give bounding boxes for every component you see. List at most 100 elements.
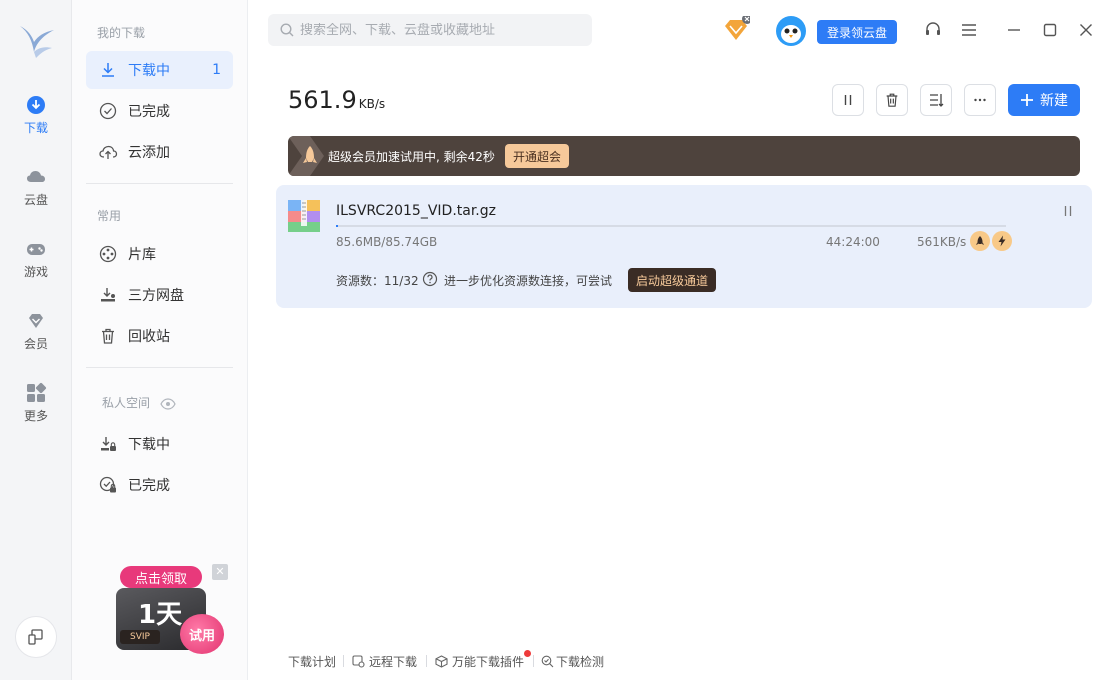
download-check-link[interactable]: 下载检测: [541, 653, 604, 670]
rail-item-cloud[interactable]: 云盘: [0, 166, 72, 222]
banner-text: 超级会员加速试用中, 剩余42秒: [328, 150, 495, 164]
pause-icon: [1064, 206, 1072, 216]
super-channel-button[interactable]: 启动超级通道: [628, 268, 716, 292]
nav-item-label: 下载中: [128, 63, 170, 79]
rocket-boost-badge: [970, 231, 990, 251]
login-button[interactable]: 登录领云盘: [817, 20, 897, 44]
vip-trial-banner: 超级会员加速试用中, 剩余42秒 开通超会: [288, 136, 1080, 176]
download-plan-link[interactable]: 下载计划: [288, 653, 336, 670]
cube-icon: [435, 655, 448, 668]
rail-label: 云盘: [23, 193, 48, 207]
private-space-label: 私人空间: [102, 396, 151, 410]
magnifier-check-icon: [541, 655, 554, 668]
trash-icon: [98, 326, 118, 346]
download-task-card[interactable]: ILSVRC2015_VID.tar.gz 85.6MB/85.74GB 44:…: [276, 185, 1092, 308]
progress-fill: [336, 225, 338, 227]
avatar[interactable]: [776, 16, 806, 46]
rail-label: 游戏: [23, 265, 48, 279]
rail-item-vip[interactable]: 会员: [0, 310, 72, 366]
remote-download-link[interactable]: 远程下载: [352, 653, 417, 670]
promo-close-button[interactable]: ✕: [212, 564, 228, 580]
nav-item-library[interactable]: 片库: [86, 235, 233, 273]
nav-item-label: 三方网盘: [128, 288, 184, 304]
archive-file-icon: [288, 200, 320, 232]
download-arrow-icon: [98, 60, 118, 80]
bird-avatar-icon: [776, 16, 806, 46]
menu-button[interactable]: [957, 18, 981, 42]
search-bar[interactable]: [268, 14, 592, 46]
more-button[interactable]: [964, 84, 996, 116]
svip-trial-promo[interactable]: 点击领取 1天 SVIP 试用: [114, 564, 226, 660]
nav-item-label: 回收站: [128, 329, 170, 345]
eye-icon[interactable]: [160, 397, 176, 410]
divider: [86, 367, 233, 368]
film-reel-icon: [98, 244, 118, 264]
open-svip-button[interactable]: 开通超会: [505, 144, 569, 168]
speed-value: 561.9: [288, 86, 357, 114]
lightning-icon: [998, 235, 1006, 247]
sort-icon: [930, 94, 944, 107]
file-size: 85.6MB/85.74GB: [336, 235, 438, 249]
cloud-upload-icon: [98, 142, 118, 162]
promo-ribbon: 点击领取: [120, 566, 202, 588]
nav-item-label: 已完成: [128, 478, 170, 494]
footer-label: 下载计划: [288, 655, 337, 669]
minimize-button[interactable]: [1002, 18, 1026, 42]
close-button[interactable]: [1074, 18, 1098, 42]
nav-item-recycle[interactable]: 回收站: [86, 317, 233, 355]
grid-icon: [27, 382, 47, 402]
trash-icon: [886, 93, 898, 107]
section-title-private: 私人空间: [102, 394, 176, 411]
diamond-icon: [29, 314, 43, 328]
divider: [343, 655, 344, 667]
task-speed: 561KB/s: [917, 235, 967, 249]
sort-button[interactable]: [920, 84, 952, 116]
nav-item-label: 已完成: [128, 104, 170, 120]
close-icon: [1080, 24, 1092, 36]
nav-item-label: 云添加: [128, 145, 170, 161]
cloud-icon: [27, 171, 45, 182]
file-name: ILSVRC2015_VID.tar.gz: [336, 203, 496, 219]
rocket-icon: [976, 236, 984, 245]
device-switch-button[interactable]: [15, 616, 57, 658]
maximize-button[interactable]: [1038, 18, 1062, 42]
gamepad-icon: [27, 244, 45, 255]
hamburger-icon: [962, 24, 976, 36]
more-dots-icon: [974, 98, 986, 102]
nav-item-private-downloading[interactable]: 下载中: [86, 425, 233, 463]
nav-item-private-completed[interactable]: 已完成: [86, 466, 233, 504]
vip-diamond-button[interactable]: [722, 16, 750, 44]
new-task-label: 新建: [1040, 93, 1068, 109]
support-button[interactable]: [921, 18, 945, 42]
total-speed: 561.9 KB/s: [288, 86, 385, 114]
rail-item-download[interactable]: 下载: [0, 94, 72, 150]
new-task-button[interactable]: 新建: [1008, 84, 1080, 116]
download-plugin-link[interactable]: 万能下载插件: [435, 653, 524, 670]
nav-item-completed[interactable]: 已完成: [86, 92, 233, 130]
rail-label: 下载: [23, 121, 48, 135]
divider: [533, 655, 534, 667]
nav-item-downloading[interactable]: 下载中 1: [86, 51, 233, 89]
nav-item-third-party[interactable]: 三方网盘: [86, 276, 233, 314]
delete-button[interactable]: [876, 84, 908, 116]
svip-badge: SVIP: [120, 630, 160, 644]
search-input[interactable]: [300, 22, 580, 38]
app-logo-icon: [20, 26, 54, 58]
notification-dot: [524, 650, 531, 657]
pause-all-button[interactable]: [832, 84, 864, 116]
rail-item-games[interactable]: 游戏: [0, 238, 72, 294]
pause-task-button[interactable]: [1058, 201, 1078, 221]
search-icon: [280, 23, 294, 37]
rail-item-more[interactable]: 更多: [0, 382, 72, 438]
help-circle-icon[interactable]: [422, 271, 438, 287]
minimize-icon: [1008, 29, 1020, 31]
headset-icon: [926, 22, 940, 35]
pause-icon: [844, 95, 852, 105]
speed-unit: KB/s: [358, 97, 386, 111]
lock-check-icon: [98, 475, 118, 495]
section-title-my-downloads: 我的下载: [97, 26, 146, 40]
rocket-icon: [288, 136, 324, 176]
promo-days: 1天: [138, 600, 183, 630]
nav-item-cloud-add[interactable]: 云添加: [86, 133, 233, 171]
source-count: 资源数：11/32: [336, 274, 419, 288]
